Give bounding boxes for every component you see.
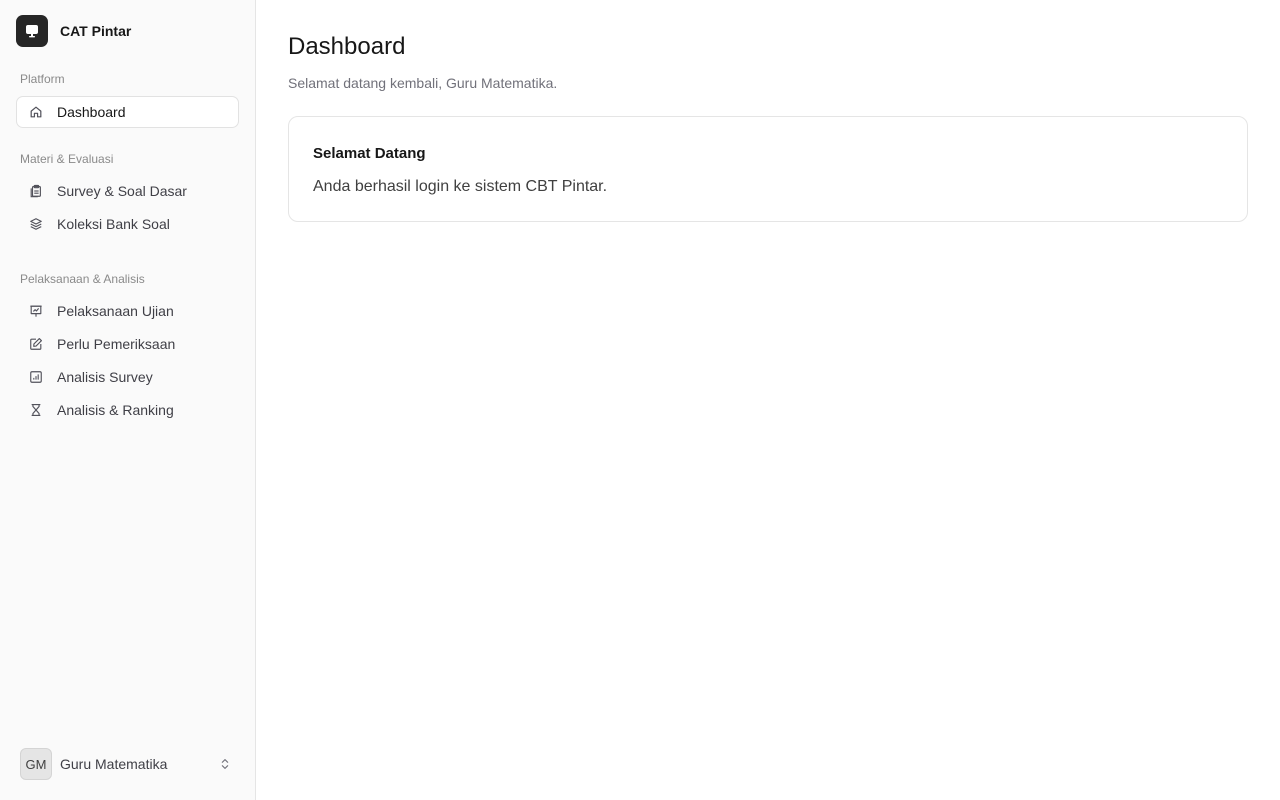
sidebar-item-survey-soal-dasar[interactable]: Survey & Soal Dasar	[16, 175, 239, 207]
sidebar-item-label: Koleksi Bank Soal	[57, 216, 170, 232]
card-title: Selamat Datang	[313, 145, 426, 162]
card-text: Anda berhasil login ke sistem CBT Pintar…	[313, 178, 608, 195]
group-label-platform: Platform	[20, 72, 65, 86]
sidebar: CAT Pintar Platform Dashboard Materi & E…	[0, 0, 256, 800]
sidebar-item-koleksi-bank-soal[interactable]: Koleksi Bank Soal	[16, 208, 239, 240]
home-icon	[28, 104, 44, 120]
avatar: GM	[20, 748, 52, 780]
user-name: Guru Matematika	[60, 756, 168, 772]
sidebar-item-label: Analisis Survey	[57, 369, 153, 385]
page-subtitle: Selamat datang kembali, Guru Matematika.	[288, 75, 558, 91]
layers-icon	[28, 216, 44, 232]
sidebar-item-label: Dashboard	[57, 104, 126, 120]
main-content: Dashboard Selamat datang kembali, Guru M…	[256, 0, 1280, 800]
group-label-pelaksanaan: Pelaksanaan & Analisis	[20, 272, 145, 286]
bar-chart-icon	[28, 369, 44, 385]
sidebar-item-label: Survey & Soal Dasar	[57, 183, 187, 199]
sidebar-item-label: Perlu Pemeriksaan	[57, 336, 176, 352]
sidebar-item-label: Pelaksanaan Ujian	[57, 303, 174, 319]
hourglass-icon	[28, 402, 44, 418]
app-name: CAT Pintar	[60, 23, 132, 39]
clipboard-icon	[28, 183, 44, 199]
page-title: Dashboard	[288, 33, 406, 60]
monitor-icon	[16, 15, 48, 47]
sidebar-item-dashboard[interactable]: Dashboard	[16, 96, 239, 128]
sidebar-item-analisis-survey[interactable]: Analisis Survey	[16, 361, 239, 393]
presentation-icon	[28, 303, 44, 319]
group-label-materi: Materi & Evaluasi	[20, 152, 114, 166]
sidebar-item-perlu-pemeriksaan[interactable]: Perlu Pemeriksaan	[16, 328, 239, 360]
sidebar-item-label: Analisis & Ranking	[57, 402, 174, 418]
pencil-icon	[28, 336, 44, 352]
user-menu-button[interactable]: GM Guru Matematika	[16, 748, 239, 780]
sidebar-item-analisis-ranking[interactable]: Analisis & Ranking	[16, 394, 239, 426]
app-shell: CAT Pintar Platform Dashboard Materi & E…	[0, 0, 1280, 800]
welcome-card: Selamat Datang Anda berhasil login ke si…	[288, 116, 1248, 222]
brand[interactable]: CAT Pintar	[16, 15, 239, 47]
chevrons-up-down-icon	[217, 756, 233, 772]
sidebar-item-pelaksanaan-ujian[interactable]: Pelaksanaan Ujian	[16, 295, 239, 327]
